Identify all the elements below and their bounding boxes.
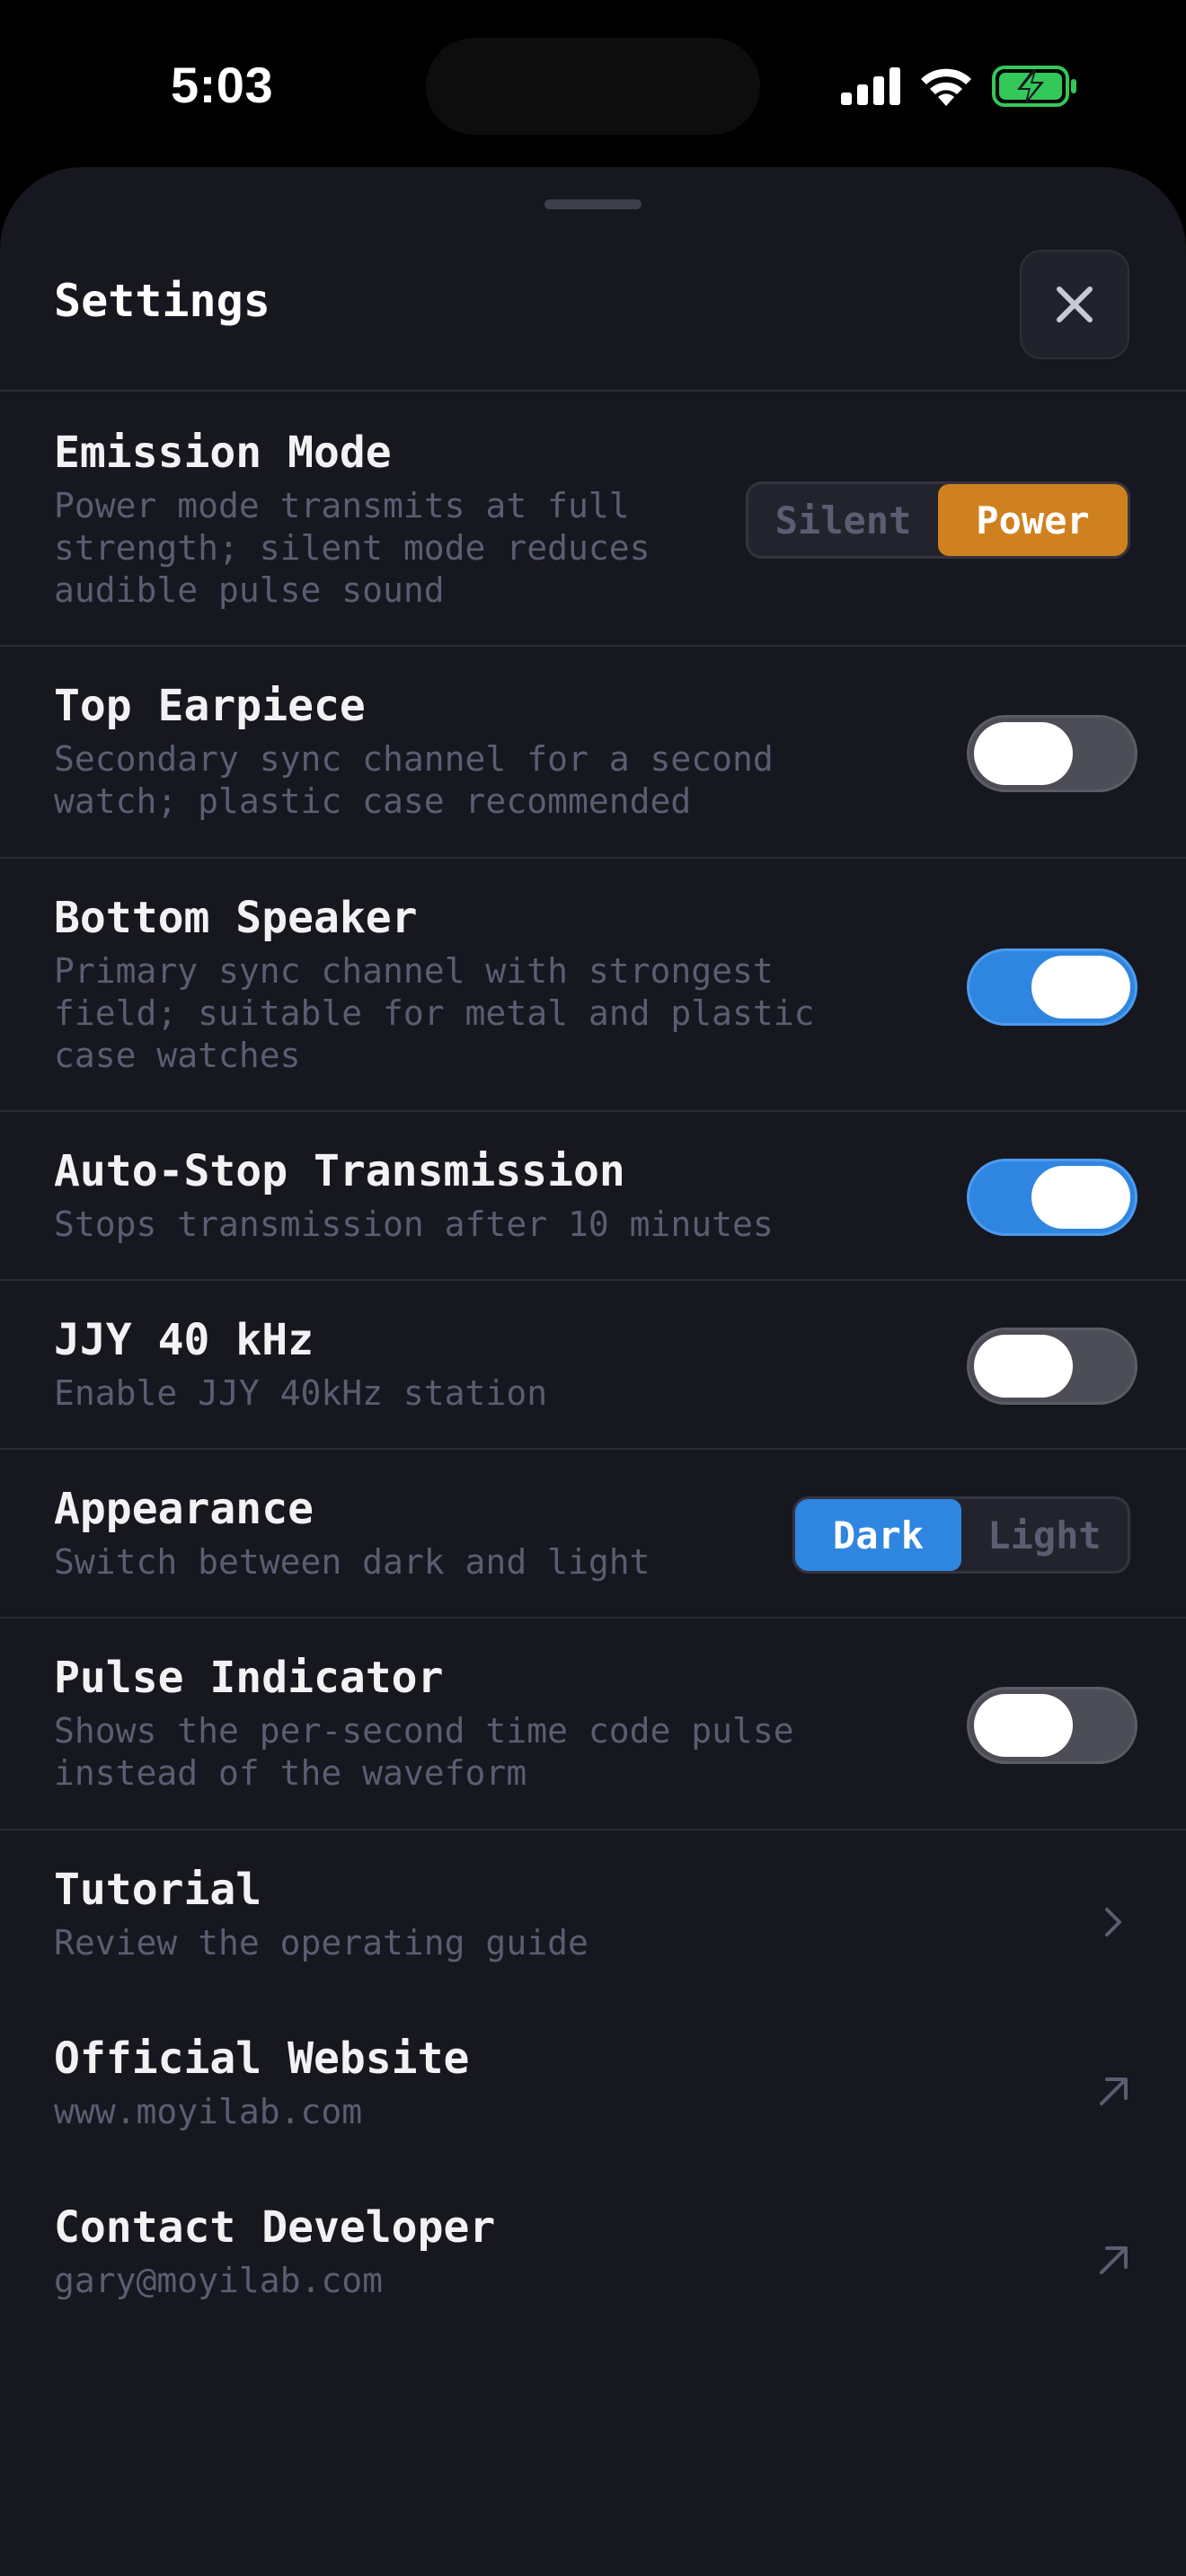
- setting-title: JJY 40 kHz: [54, 1315, 314, 1365]
- divider: [0, 1110, 1186, 1112]
- close-icon: [1057, 287, 1093, 322]
- link-description: Review the operating guide: [54, 1923, 589, 1963]
- dynamic-island: [426, 38, 760, 135]
- setting-description: Primary sync channel with strongest fiel…: [54, 951, 815, 1075]
- external-link-arrow-icon: [1100, 2078, 1128, 2105]
- setting-title: Pulse Indicator: [54, 1653, 444, 1703]
- jjy-toggle[interactable]: [967, 1328, 1137, 1405]
- divider: [0, 1279, 1186, 1281]
- link-description: gary@moyilab.com: [54, 2261, 384, 2300]
- setting-description: Enable JJY 40kHz station: [54, 1373, 548, 1413]
- link-title: Tutorial: [54, 1865, 262, 1915]
- bottom-speaker-toggle[interactable]: [967, 948, 1137, 1026]
- setting-description: Stops transmission after 10 minutes: [54, 1204, 774, 1244]
- link-description: www.moyilab.com: [54, 2092, 363, 2131]
- status-time: 5:03: [171, 57, 274, 113]
- setting-description: Power mode transmits at full strength; s…: [54, 486, 651, 610]
- emission-mode-segmented-control[interactable]: Silent Power: [746, 481, 1130, 559]
- divider: [0, 1617, 1186, 1619]
- pulse-indicator-toggle[interactable]: [967, 1687, 1137, 1764]
- link-title: Contact Developer: [54, 2202, 496, 2253]
- divider: [0, 645, 1186, 647]
- sheet-title: Settings: [54, 275, 270, 327]
- toggle-knob: [1031, 1166, 1130, 1229]
- setting-description: Shows the per-second time code pulse ins…: [54, 1711, 794, 1793]
- setting-title: Top Earpiece: [54, 681, 366, 731]
- appearance-option-dark[interactable]: Dark: [795, 1499, 961, 1571]
- toggle-knob: [974, 1694, 1073, 1757]
- emission-option-power[interactable]: Power: [938, 484, 1128, 556]
- toggle-knob: [974, 722, 1073, 785]
- appearance-option-light[interactable]: Light: [961, 1499, 1128, 1571]
- setting-description: Secondary sync channel for a second watc…: [54, 739, 774, 821]
- setting-title: Auto-Stop Transmission: [54, 1146, 625, 1196]
- toggle-knob: [1031, 956, 1130, 1019]
- link-title: Official Website: [54, 2033, 470, 2084]
- chevron-right-icon: [1105, 1908, 1121, 1936]
- wifi-icon: [921, 68, 971, 106]
- cellular-signal-icon: [841, 67, 900, 105]
- appearance-segmented-control[interactable]: Dark Light: [792, 1496, 1130, 1574]
- auto-stop-toggle[interactable]: [967, 1159, 1137, 1236]
- setting-title: Appearance: [54, 1484, 314, 1534]
- battery-charging-icon: [992, 66, 1076, 107]
- status-bar: 5:03: [0, 0, 1186, 171]
- divider: [0, 857, 1186, 859]
- settings-sheet: Settings Emission Mode Power mode transm…: [0, 167, 1186, 2576]
- top-earpiece-toggle[interactable]: [967, 715, 1137, 792]
- sheet-grabber[interactable]: [544, 199, 642, 209]
- setting-title: Emission Mode: [54, 428, 392, 478]
- divider: [0, 1448, 1186, 1450]
- setting-description: Switch between dark and light: [54, 1542, 651, 1582]
- setting-title: Bottom Speaker: [54, 893, 418, 943]
- emission-option-silent[interactable]: Silent: [748, 484, 938, 556]
- divider: [0, 390, 1186, 392]
- external-link-arrow-icon: [1100, 2246, 1128, 2274]
- divider: [0, 1829, 1186, 1831]
- toggle-knob: [974, 1335, 1073, 1398]
- close-button[interactable]: [1020, 250, 1129, 359]
